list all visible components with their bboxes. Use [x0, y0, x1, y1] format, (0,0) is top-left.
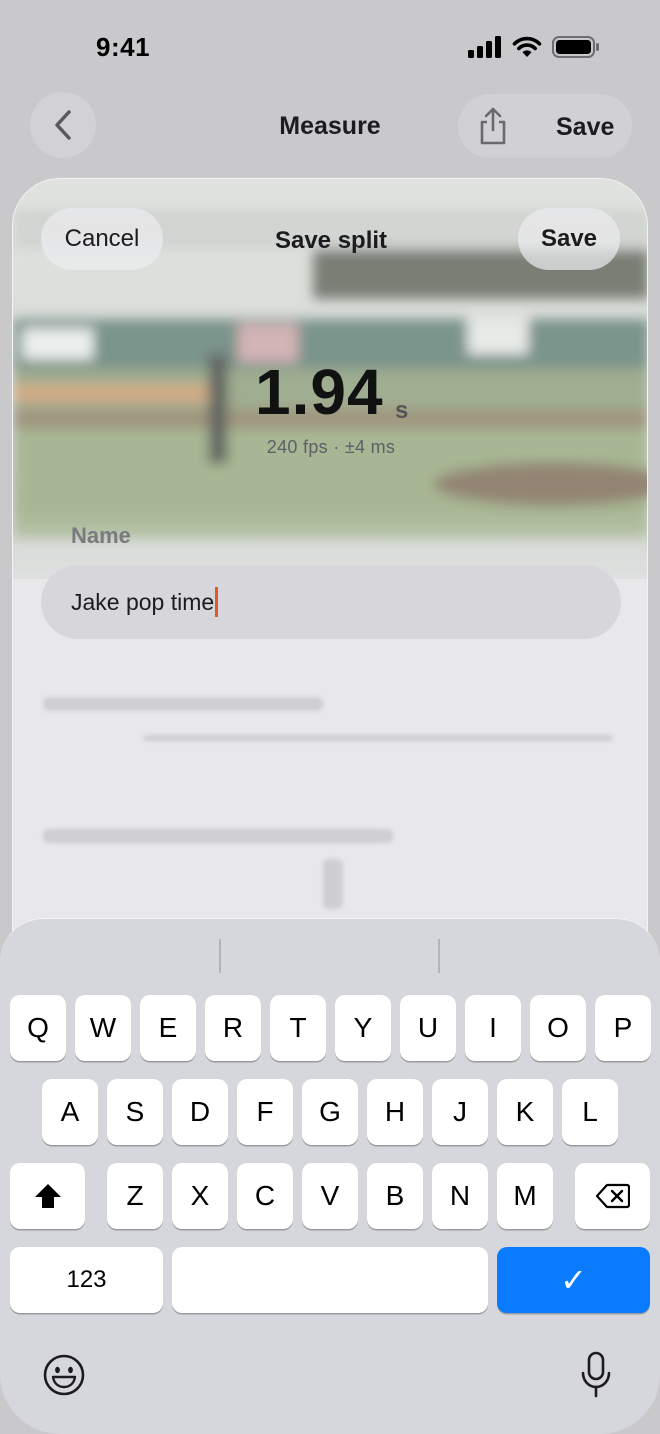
key-r[interactable]: R	[205, 995, 261, 1061]
name-label: Name	[71, 523, 131, 548]
key-e[interactable]: E	[140, 995, 196, 1061]
key-c[interactable]: C	[237, 1163, 293, 1229]
key-f[interactable]: F	[237, 1079, 293, 1145]
split-meta: 240 fps · ±4 ms	[266, 437, 396, 457]
share-save-group: Save	[458, 94, 632, 158]
background-nav-bar: Measure Save	[0, 92, 660, 162]
key-g[interactable]: G	[302, 1079, 358, 1145]
emoji-icon[interactable]	[42, 1353, 86, 1397]
key-d[interactable]: D	[172, 1079, 228, 1145]
key-i[interactable]: I	[465, 995, 521, 1061]
key-a[interactable]: A	[42, 1079, 98, 1145]
status-time: 9:41	[96, 32, 151, 62]
key-u[interactable]: U	[400, 995, 456, 1061]
key-n[interactable]: N	[432, 1163, 488, 1229]
key-w[interactable]: W	[75, 995, 131, 1061]
numbers-key[interactable]: 123	[10, 1247, 163, 1313]
key-q[interactable]: Q	[10, 995, 66, 1061]
shift-icon	[34, 1184, 61, 1208]
delete-key[interactable]	[575, 1163, 650, 1229]
key-x[interactable]: X	[172, 1163, 228, 1229]
key-b[interactable]: B	[367, 1163, 423, 1229]
save-button[interactable]: Save	[518, 208, 620, 270]
key-k[interactable]: K	[497, 1079, 553, 1145]
key-o[interactable]: O	[530, 995, 586, 1061]
blurred-row	[43, 697, 323, 711]
key-t[interactable]: T	[270, 995, 326, 1061]
blurred-slider	[323, 859, 343, 909]
shift-key[interactable]	[10, 1163, 85, 1229]
microphone-icon[interactable]	[580, 1351, 612, 1399]
battery-icon	[552, 36, 599, 58]
key-s[interactable]: S	[107, 1079, 163, 1145]
status-icons	[468, 36, 600, 58]
suggestion-divider	[438, 939, 440, 973]
suggestion-divider	[219, 939, 221, 973]
wifi-icon	[512, 36, 542, 57]
key-p[interactable]: P	[595, 995, 651, 1061]
save-split-sheet: Cancel Save split Save 1.94 s 240 fps · …	[12, 178, 648, 978]
name-input-value: Jake pop time	[71, 588, 215, 615]
nav-save-button[interactable]: Save	[556, 113, 614, 142]
share-icon[interactable]	[476, 106, 510, 146]
status-bar: 9:41	[0, 0, 660, 96]
blurred-row	[43, 829, 393, 843]
key-z[interactable]: Z	[107, 1163, 163, 1229]
key-h[interactable]: H	[367, 1079, 423, 1145]
blurred-slider	[143, 735, 613, 741]
text-cursor	[215, 587, 218, 617]
split-time-value: 1.94	[255, 356, 384, 428]
done-key[interactable]: ✓	[497, 1247, 650, 1313]
key-y[interactable]: Y	[335, 995, 391, 1061]
name-input[interactable]: Jake pop time	[41, 565, 621, 639]
split-time-unit: s	[395, 397, 409, 424]
signal-icon	[468, 36, 501, 58]
keyboard: Q W E R T Y U I O P A S D F G H J K L Z …	[0, 918, 660, 1434]
key-v[interactable]: V	[302, 1163, 358, 1229]
key-m[interactable]: M	[497, 1163, 553, 1229]
space-key[interactable]	[172, 1247, 488, 1313]
key-j[interactable]: J	[432, 1079, 488, 1145]
delete-icon	[595, 1183, 630, 1209]
key-l[interactable]: L	[562, 1079, 618, 1145]
